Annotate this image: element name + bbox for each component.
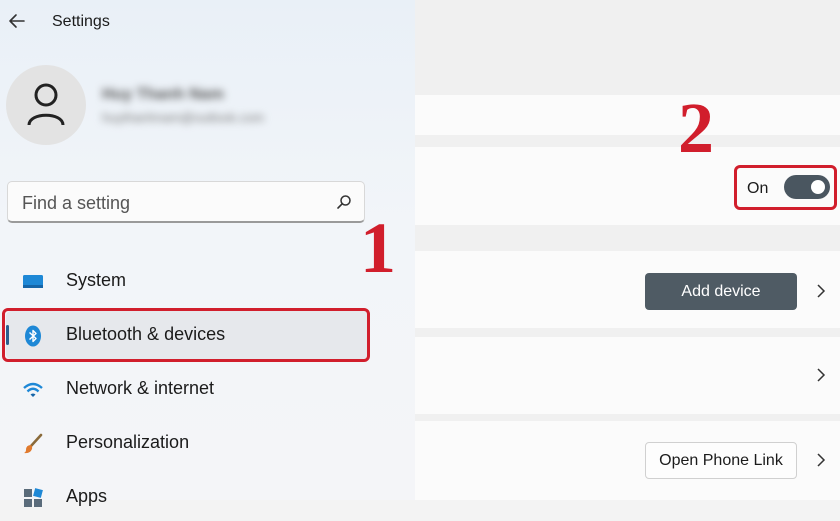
card-devices[interactable] bbox=[415, 337, 840, 414]
chevron-right-icon[interactable] bbox=[815, 284, 827, 298]
step-number-2: 2 bbox=[678, 88, 714, 168]
chevron-right-icon[interactable] bbox=[815, 453, 827, 467]
title-bar: Settings bbox=[0, 0, 415, 44]
highlight-box-step-2 bbox=[734, 165, 837, 210]
brush-icon bbox=[22, 433, 44, 455]
sidebar-item-label: Apps bbox=[66, 486, 108, 506]
sidebar-item-label: System bbox=[66, 270, 127, 290]
search-icon[interactable] bbox=[336, 194, 352, 210]
main-content bbox=[415, 0, 840, 500]
wifi-icon bbox=[22, 379, 44, 401]
search-box[interactable] bbox=[7, 181, 365, 223]
sidebar-item-system[interactable]: System bbox=[6, 257, 368, 305]
sidebar-item-apps[interactable]: Apps bbox=[6, 473, 368, 521]
search-input[interactable] bbox=[20, 190, 324, 216]
sidebar-item-label: Personalization bbox=[66, 432, 190, 452]
avatar[interactable] bbox=[6, 65, 86, 145]
back-arrow-icon bbox=[9, 14, 25, 28]
system-icon bbox=[22, 271, 44, 293]
card-device-row bbox=[415, 95, 840, 135]
step-number-1: 1 bbox=[360, 208, 396, 288]
highlight-box-step-1 bbox=[2, 308, 370, 362]
sidebar-item-label: Network & internet bbox=[66, 378, 215, 398]
user-email: huythanhnam@outlook.com bbox=[102, 110, 265, 125]
open-phone-link-button[interactable]: Open Phone Link bbox=[645, 442, 797, 479]
app-title: Settings bbox=[52, 13, 110, 30]
add-device-button[interactable]: Add device bbox=[645, 273, 797, 310]
back-button[interactable] bbox=[6, 10, 28, 32]
user-name: Huy Thanh Nam bbox=[102, 86, 224, 103]
sidebar: Settings Huy Thanh Nam huythanhnam@outlo… bbox=[0, 0, 415, 507]
apps-icon bbox=[22, 487, 44, 509]
sidebar-item-network-internet[interactable]: Network & internet bbox=[6, 365, 368, 413]
person-icon bbox=[27, 83, 65, 126]
sidebar-item-personalization[interactable]: Personalization bbox=[6, 419, 368, 467]
chevron-right-icon[interactable] bbox=[815, 368, 827, 382]
